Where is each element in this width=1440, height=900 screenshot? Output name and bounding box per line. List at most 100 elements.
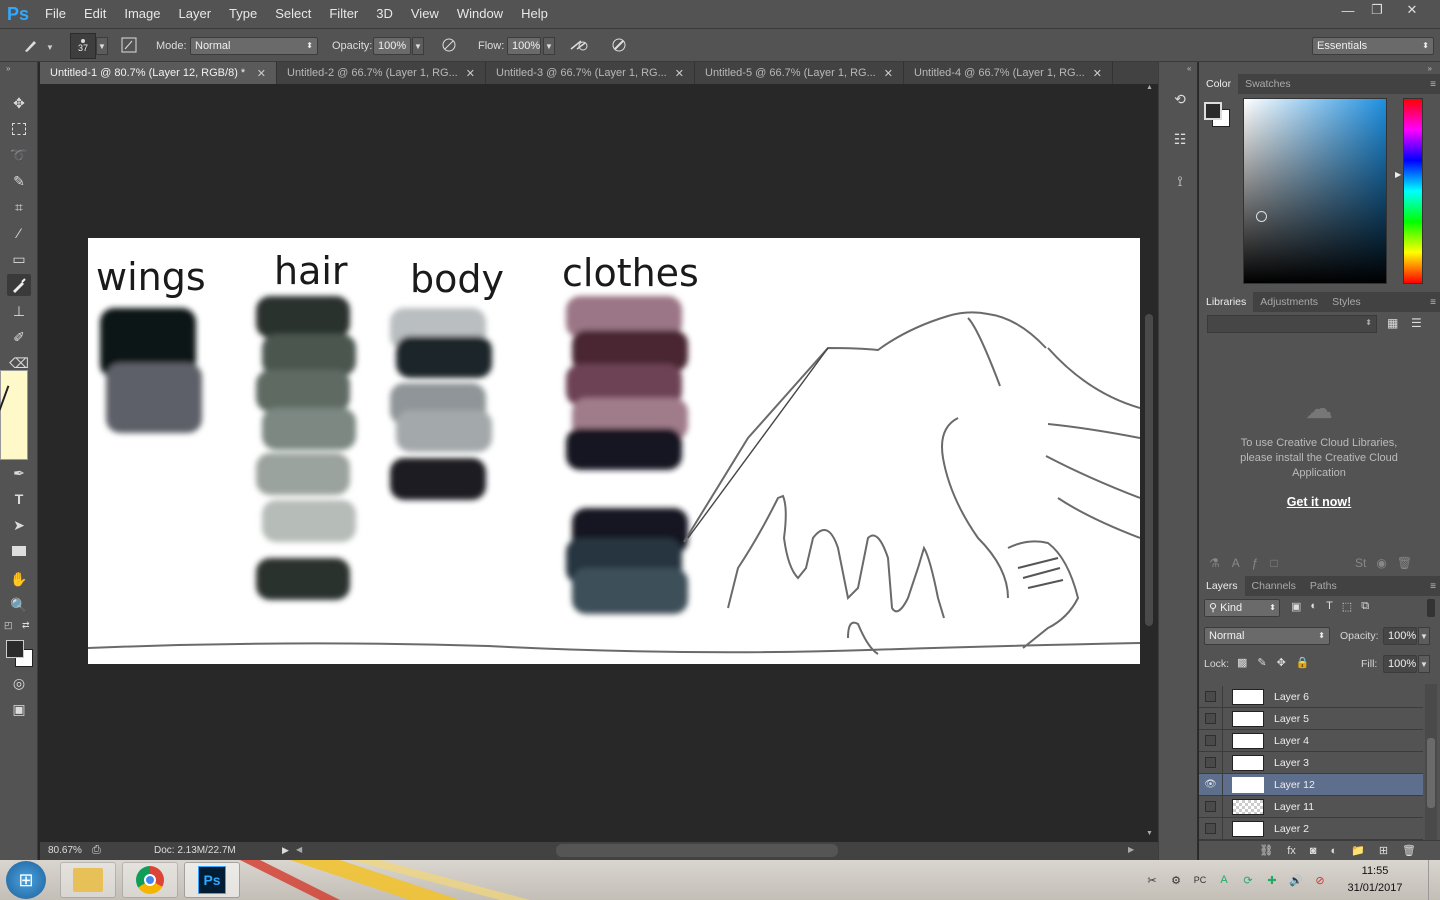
canvas-area[interactable]: wings hair body clothes — [40, 84, 1142, 842]
library-select[interactable]: ⬍ — [1207, 315, 1377, 333]
menu-image[interactable]: Image — [115, 0, 169, 28]
tab-channels[interactable]: Channels — [1245, 576, 1303, 596]
tray-pc-label[interactable]: PC — [1192, 872, 1208, 888]
flow-input[interactable]: 100% — [507, 37, 541, 55]
fill-dropdown[interactable]: ▼ — [1418, 655, 1430, 673]
layer-row-layer-6[interactable]: Layer 6 — [1199, 685, 1423, 708]
expand-arrows-icon[interactable]: « — [1187, 64, 1191, 73]
lasso-tool-icon[interactable]: ➰ — [7, 144, 31, 166]
filter-smart-object-icon[interactable]: ⧉ — [1361, 600, 1369, 613]
library-stock-icon[interactable]: St — [1355, 556, 1366, 570]
library-char-style-icon[interactable]: A — [1232, 556, 1240, 570]
tab-untitled-5[interactable]: Untitled-5 @ 66.7% (Layer 1, RG... ✕ — [695, 62, 904, 84]
filter-pixel-icon[interactable]: ▣ — [1291, 600, 1301, 613]
eyedropper-tool-icon[interactable]: ⁄ — [7, 222, 31, 244]
visibility-toggle[interactable] — [1199, 729, 1223, 752]
visibility-toggle[interactable] — [1199, 707, 1223, 730]
menu-window[interactable]: Window — [448, 0, 512, 28]
delete-layer-icon[interactable]: 🗑 — [1402, 844, 1416, 857]
close-tab-icon[interactable]: ✕ — [884, 67, 893, 80]
pen-tool-icon[interactable]: ✒ — [7, 462, 31, 484]
link-layers-icon[interactable]: ⛓ — [1259, 844, 1273, 857]
menu-select[interactable]: Select — [266, 0, 320, 28]
menu-file[interactable]: File — [36, 0, 75, 28]
layer-filter-select[interactable]: ⚲ Kind ⬍ — [1204, 599, 1280, 617]
foreground-color-swatch[interactable] — [6, 640, 24, 658]
panel-menu-icon[interactable]: ≡ — [1430, 581, 1436, 592]
clone-stamp-tool-icon[interactable]: ⊥ — [7, 300, 31, 322]
hue-slider[interactable] — [1403, 98, 1423, 284]
tray-volume-icon[interactable]: 🔊 — [1288, 872, 1304, 888]
library-color-icon[interactable]: □ — [1270, 556, 1277, 570]
visibility-toggle[interactable] — [1199, 685, 1223, 708]
layer-row-layer-3[interactable]: Layer 3 — [1199, 751, 1423, 774]
filter-type-icon[interactable]: T — [1326, 600, 1333, 613]
lock-all-icon[interactable]: 🔒 — [1296, 656, 1310, 669]
rectangle-tool-icon[interactable] — [7, 540, 31, 562]
vertical-scroll-thumb[interactable] — [1145, 314, 1153, 626]
filter-adjustment-icon[interactable]: ◐ — [1310, 600, 1317, 613]
brush-panel-toggle-icon[interactable] — [118, 34, 140, 56]
color-picker-cursor[interactable] — [1256, 211, 1267, 222]
brush-tool-icon[interactable] — [7, 274, 31, 296]
scroll-down-icon[interactable]: ▼ — [1146, 830, 1153, 837]
start-button[interactable]: ⊞ — [6, 861, 46, 899]
layers-list[interactable]: Layer 6 Layer 5 Layer 4 Layer 3 👁 Layer … — [1199, 684, 1440, 840]
brush-presets-panel-icon[interactable]: ⟟ — [1169, 170, 1191, 192]
marquee-tool-icon[interactable] — [7, 118, 31, 140]
restore-button[interactable]: ❐ — [1362, 0, 1392, 20]
layer-row-layer-12[interactable]: 👁 Layer 12 — [1199, 773, 1423, 796]
minimize-button[interactable]: — — [1333, 0, 1363, 20]
horizontal-scroll-thumb[interactable] — [556, 844, 838, 857]
default-colors-icon[interactable]: ◰ — [4, 620, 13, 631]
tray-mute-icon[interactable]: ⊘ — [1312, 872, 1328, 888]
close-tab-icon[interactable]: ✕ — [675, 67, 684, 80]
layer-opacity-dropdown[interactable]: ▼ — [1418, 627, 1430, 645]
library-layer-style-icon[interactable]: ƒ — [1252, 556, 1259, 570]
share-icon[interactable]: ⎙ — [92, 844, 101, 857]
tab-libraries[interactable]: Libraries — [1199, 292, 1254, 312]
vertical-scrollbar[interactable]: ▲ ▼ — [1142, 84, 1156, 842]
tab-color[interactable]: Color — [1199, 74, 1239, 94]
zoom-level[interactable]: 80.67% — [48, 845, 82, 856]
document-canvas[interactable]: wings hair body clothes — [88, 238, 1140, 664]
tab-swatches[interactable]: Swatches — [1238, 74, 1298, 94]
tab-adjustments[interactable]: Adjustments — [1253, 292, 1325, 312]
crop-tool-icon[interactable]: ⌗ — [7, 196, 31, 218]
tray-refresh-icon[interactable]: ⟳ — [1240, 872, 1256, 888]
adjustment-layer-icon[interactable]: ◐ — [1330, 845, 1337, 857]
fill-input[interactable]: 100% — [1383, 655, 1417, 673]
lock-position-icon[interactable]: ✥ — [1277, 656, 1286, 669]
tray-plus-icon[interactable]: ✚ — [1264, 872, 1280, 888]
close-tab-icon[interactable]: ✕ — [1093, 67, 1102, 80]
pressure-size-icon[interactable] — [608, 34, 630, 56]
clock-date[interactable]: 31/01/2017 — [1340, 882, 1410, 894]
close-window-button[interactable]: ✕ — [1396, 0, 1428, 20]
clock-time[interactable]: 11:55 — [1340, 865, 1410, 877]
sticky-note[interactable] — [0, 370, 28, 460]
tab-paths[interactable]: Paths — [1303, 576, 1344, 596]
layer-row-layer-5[interactable]: Layer 5 — [1199, 707, 1423, 730]
color-fg-swatch[interactable] — [1204, 102, 1222, 120]
library-graphic-icon[interactable]: ⚗ — [1209, 556, 1220, 570]
new-layer-icon[interactable]: ⊞ — [1379, 844, 1388, 857]
close-tab-icon[interactable]: ✕ — [466, 67, 475, 80]
menu-3d[interactable]: 3D — [367, 0, 402, 28]
pressure-opacity-icon[interactable] — [438, 34, 460, 56]
menu-view[interactable]: View — [402, 0, 448, 28]
eye-icon[interactable]: 👁 — [1199, 773, 1223, 796]
color-field[interactable] — [1243, 98, 1387, 284]
hand-tool-icon[interactable]: ✋ — [7, 568, 31, 590]
layer-opacity-input[interactable]: 100% — [1383, 627, 1417, 645]
taskbar-photoshop-button[interactable]: Ps — [184, 862, 240, 898]
taskbar-explorer-button[interactable] — [60, 862, 116, 898]
taskbar-chrome-button[interactable] — [122, 862, 178, 898]
path-selection-tool-icon[interactable]: ➤ — [7, 514, 31, 536]
menu-edit[interactable]: Edit — [75, 0, 115, 28]
move-tool-icon[interactable]: ✥ — [7, 92, 31, 114]
quick-mask-icon[interactable]: ◎ — [7, 672, 31, 694]
tab-untitled-1[interactable]: Untitled-1 @ 80.7% (Layer 12, RGB/8) * ✕ — [40, 62, 277, 84]
menu-type[interactable]: Type — [220, 0, 266, 28]
lock-pixels-icon[interactable]: ✎ — [1257, 656, 1266, 669]
layer-row-layer-2[interactable]: Layer 2 — [1199, 817, 1423, 840]
